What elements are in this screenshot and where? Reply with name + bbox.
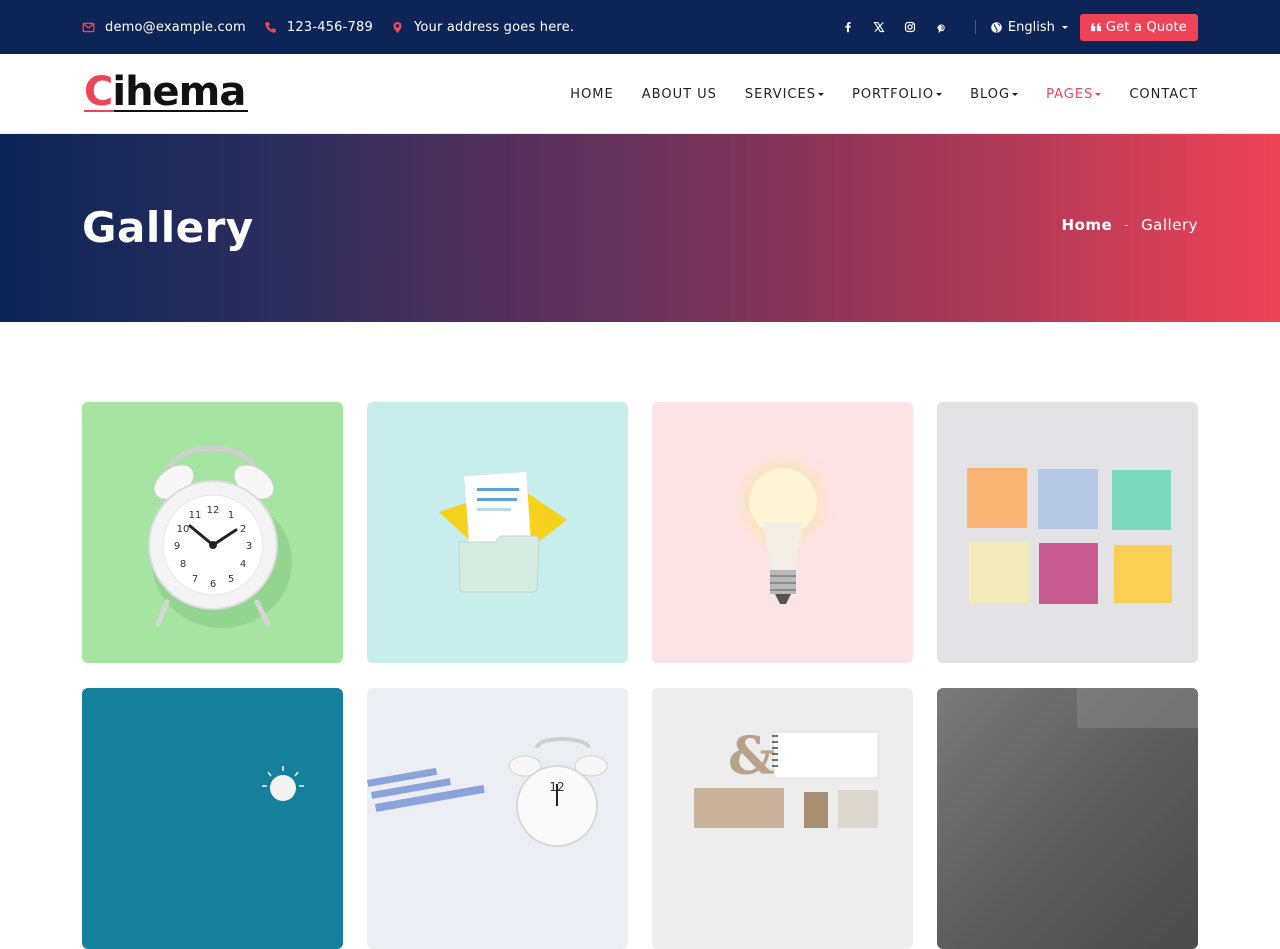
- map-pin-icon: [391, 21, 404, 34]
- chevron-down-icon: [817, 92, 824, 96]
- logo-rest: ihema: [112, 69, 246, 115]
- gallery-item-alarm-clock[interactable]: 12 6 93 11 1 10 2 84 75: [82, 402, 343, 663]
- phone-icon: [264, 21, 277, 34]
- folder-image: [367, 402, 628, 663]
- nav-about-us[interactable]: ABOUT US: [642, 87, 717, 102]
- texture-image: [937, 688, 1198, 949]
- gallery-item-stationery[interactable]: &: [652, 688, 913, 949]
- breadcrumb: Home - Gallery: [1062, 216, 1198, 234]
- svg-text:7: 7: [192, 574, 198, 585]
- top-bar-divider: [974, 20, 976, 34]
- gallery-item-folder[interactable]: [367, 402, 628, 663]
- nav-blog[interactable]: BLOG: [970, 86, 1019, 102]
- gallery-item-texture[interactable]: [937, 688, 1198, 949]
- main-nav: HOME ABOUT US SERVICES PORTFOLIO BLOG PA…: [570, 54, 1198, 134]
- clock-charts-image: 12: [367, 688, 628, 949]
- nav-contact[interactable]: CONTACT: [1129, 87, 1198, 102]
- language-selector[interactable]: English: [990, 20, 1068, 35]
- nav-label: CONTACT: [1129, 86, 1198, 102]
- get-a-quote-label: Get a Quote: [1105, 19, 1187, 35]
- svg-text:10: 10: [177, 524, 190, 535]
- nav-label: SERVICES: [744, 86, 816, 102]
- chevron-down-icon: [1061, 25, 1068, 29]
- logo-initial: C: [84, 69, 113, 115]
- svg-text:12: 12: [207, 505, 220, 516]
- breadcrumb-current: Gallery: [1141, 216, 1198, 234]
- svg-text:9: 9: [174, 541, 180, 552]
- gallery-item-clock-charts[interactable]: 12: [367, 688, 628, 949]
- nav-home[interactable]: HOME: [570, 87, 613, 102]
- light-bulb-image: [652, 402, 913, 663]
- svg-text:5: 5: [228, 574, 234, 585]
- logo[interactable]: Cihema: [84, 68, 246, 116]
- phone-link[interactable]: 123-456-789: [264, 20, 373, 35]
- gallery-item-light-bulb[interactable]: [652, 402, 913, 663]
- svg-text:&: &: [728, 726, 775, 787]
- top-bar: demo@example.com 123-456-789 Your addres…: [0, 0, 1280, 54]
- envelope-icon: [82, 21, 95, 34]
- email-link[interactable]: demo@example.com: [82, 20, 246, 35]
- svg-text:11: 11: [189, 510, 202, 521]
- nav-portfolio[interactable]: PORTFOLIO: [851, 86, 943, 102]
- main-header: Cihema HOME ABOUT US SERVICES PORTFOLIO …: [0, 54, 1280, 134]
- svg-text:4: 4: [240, 559, 246, 570]
- email-text: demo@example.com: [105, 19, 246, 35]
- x-icon[interactable]: [864, 17, 895, 37]
- globe-icon: [991, 21, 1002, 33]
- chevron-down-icon: [936, 92, 943, 96]
- contact-info: demo@example.com 123-456-789 Your addres…: [82, 0, 574, 54]
- social-links: [833, 17, 957, 37]
- svg-text:1: 1: [228, 510, 234, 521]
- phone-text: 123-456-789: [286, 19, 373, 35]
- breadcrumb-home[interactable]: Home: [1062, 216, 1113, 234]
- address-text: Your address goes here.: [413, 19, 575, 35]
- top-bar-right: English Get a Quote: [833, 0, 1198, 54]
- gallery-item-sticky-notes[interactable]: [937, 402, 1198, 663]
- svg-text:2: 2: [240, 524, 246, 535]
- chevron-down-icon: [1095, 92, 1102, 96]
- page-title: Gallery: [82, 203, 254, 252]
- quote-icon: [1090, 22, 1101, 32]
- nav-label: PAGES: [1046, 86, 1094, 102]
- nav-label: PORTFOLIO: [851, 86, 935, 102]
- svg-text:3: 3: [246, 541, 252, 552]
- chevron-down-icon: [1012, 92, 1019, 96]
- get-a-quote-button[interactable]: Get a Quote: [1079, 13, 1198, 41]
- stationery-image: &: [652, 688, 913, 949]
- alarm-clock-image: 126 93 11 1 10 2 84 75: [82, 402, 343, 663]
- breadcrumb-separator: -: [1124, 218, 1130, 232]
- language-label: English: [1007, 19, 1055, 35]
- svg-text:6: 6: [210, 579, 216, 590]
- address-info: Your address goes here.: [391, 20, 574, 35]
- teal-bulb-image: [82, 688, 343, 949]
- logo-underline-accent: [84, 110, 114, 112]
- nav-pages[interactable]: PAGES: [1046, 86, 1102, 102]
- instagram-icon[interactable]: [895, 17, 926, 37]
- facebook-icon[interactable]: [833, 17, 864, 37]
- pinterest-icon[interactable]: [926, 17, 957, 37]
- nav-services[interactable]: SERVICES: [745, 87, 824, 102]
- sticky-notes-image: [937, 402, 1198, 663]
- gallery-item-teal-bulb[interactable]: [82, 688, 343, 949]
- svg-text:8: 8: [180, 559, 186, 570]
- page-banner: Gallery Home - Gallery: [0, 134, 1280, 322]
- nav-label: HOME: [570, 86, 614, 102]
- nav-label: BLOG: [970, 86, 1011, 102]
- nav-label: ABOUT US: [641, 86, 717, 102]
